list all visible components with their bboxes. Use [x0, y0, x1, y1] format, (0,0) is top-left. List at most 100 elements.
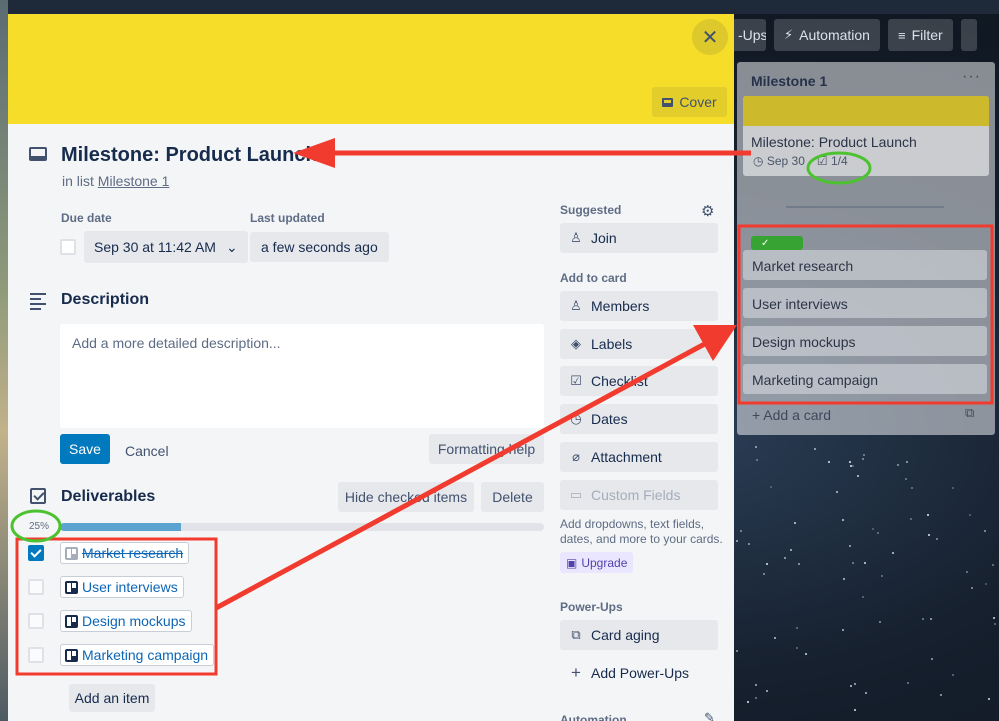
star: [891, 551, 894, 554]
background-strip: [0, 0, 8, 721]
star: [905, 477, 908, 480]
save-button[interactable]: Save: [60, 434, 110, 464]
checklist-button[interactable]: ☑ Checklist: [560, 366, 718, 396]
star: [762, 572, 765, 575]
checklist-item-checkbox[interactable]: [28, 647, 44, 663]
list-card-market-research[interactable]: Market research: [743, 250, 987, 280]
tag-icon: ◈: [571, 336, 581, 351]
star: [850, 685, 853, 688]
star: [769, 485, 772, 488]
automation-heading: Automation: [560, 713, 627, 721]
checklist-item-checkbox[interactable]: [28, 579, 44, 595]
gear-icon[interactable]: ⚙: [701, 202, 714, 220]
dates-button[interactable]: ◷ Dates: [560, 404, 718, 434]
add-power-ups-button[interactable]: + Add Power-Ups: [560, 658, 718, 688]
star: [765, 689, 768, 692]
due-date-button[interactable]: Sep 30 at 11:42 AM ⌄: [84, 231, 248, 263]
hide-checked-button[interactable]: Hide checked items: [338, 482, 474, 512]
star: [940, 694, 943, 697]
list-card-milestone[interactable]: Milestone: Product Launch ◷ Sep 30 ☑ 1/4: [743, 96, 989, 176]
star: [835, 491, 838, 494]
checklist-badge: ☑ 1/4: [816, 154, 848, 168]
checklist-item-checkbox[interactable]: [28, 545, 44, 561]
person-icon: ♙: [570, 230, 582, 245]
list-menu-icon[interactable]: ···: [962, 68, 981, 86]
due-complete-checkbox[interactable]: [60, 239, 76, 255]
star: [842, 578, 845, 581]
star: [854, 708, 857, 711]
card-title[interactable]: Milestone: Product Launch: [61, 144, 318, 167]
attachment-button[interactable]: ⌀ Attachment: [560, 442, 718, 472]
star: [907, 681, 909, 684]
star: [864, 691, 867, 694]
pencil-icon[interactable]: ✎: [704, 710, 715, 721]
list-link[interactable]: Milestone 1: [98, 173, 170, 189]
checklist-item[interactable]: Marketing campaign: [60, 644, 215, 666]
star: [735, 540, 738, 543]
star: [968, 513, 971, 516]
star: [930, 657, 933, 660]
star: [993, 616, 996, 619]
card-link-icon: [65, 546, 78, 560]
checklist-item[interactable]: Design mockups: [60, 610, 192, 632]
filter-button[interactable]: ≡ Filter: [887, 19, 953, 51]
list-card-user-interviews[interactable]: User interviews: [743, 288, 987, 318]
list-card-marketing-campaign[interactable]: Marketing campaign: [743, 364, 987, 394]
list-card-title: Milestone: Product Launch: [751, 134, 917, 150]
star: [965, 570, 968, 573]
cover-button[interactable]: Cover: [652, 87, 727, 117]
star: [853, 682, 856, 685]
members-button[interactable]: ♙ Members: [560, 291, 718, 321]
star: [849, 544, 852, 547]
list-card-design-mockups[interactable]: Design mockups: [743, 326, 987, 356]
delete-checklist-button[interactable]: Delete: [481, 482, 544, 512]
labels-button[interactable]: ◈ Labels: [560, 329, 718, 359]
star: [754, 697, 757, 700]
star: [849, 464, 852, 467]
due-date-control: Sep 30 at 11:42 AM ⌄: [60, 231, 248, 263]
star: [796, 646, 798, 649]
star: [842, 629, 844, 632]
add-card-button[interactable]: + Add a card: [752, 407, 831, 423]
star: [849, 460, 852, 463]
cover-icon: [662, 97, 674, 107]
star: [774, 636, 777, 639]
add-item-button[interactable]: Add an item: [69, 684, 155, 712]
card-aging-button[interactable]: ⧉ Card aging: [560, 620, 718, 650]
automation-button[interactable]: ⚡ Automation: [774, 19, 880, 51]
star: [790, 549, 793, 552]
add-to-card-heading: Add to card: [560, 271, 627, 285]
checklist-item-checkbox[interactable]: [28, 613, 44, 629]
cancel-button[interactable]: Cancel: [125, 443, 169, 459]
last-updated-label: Last updated: [250, 211, 325, 225]
upgrade-button[interactable]: ▣ Upgrade: [560, 552, 634, 573]
star: [863, 561, 866, 564]
checklist-item[interactable]: Market research: [60, 542, 190, 564]
checklist-title[interactable]: Deliverables: [61, 488, 155, 506]
due-badge: ◷ Sep 30: [753, 154, 805, 168]
power-ups-button[interactable]: -Ups: [734, 19, 766, 51]
power-ups-heading: Power-Ups: [560, 600, 623, 614]
star: [856, 474, 859, 477]
checklist-item[interactable]: User interviews: [60, 576, 184, 598]
description-input[interactable]: Add a more detailed description...: [60, 324, 544, 428]
progress-percent: 25%: [29, 521, 50, 532]
star: [951, 486, 954, 489]
more-button[interactable]: [960, 19, 977, 51]
template-icon[interactable]: ⧉: [965, 405, 974, 421]
list-divider: [786, 206, 944, 208]
custom-fields-button[interactable]: ▭ Custom Fields: [560, 480, 718, 510]
close-icon[interactable]: ✕: [692, 19, 728, 55]
clock-icon: ◷: [570, 411, 582, 426]
star: [992, 563, 995, 566]
star: [985, 583, 988, 585]
join-button[interactable]: ♙ Join: [560, 223, 718, 253]
plus-icon: +: [571, 663, 581, 682]
star: [736, 650, 739, 653]
star: [862, 595, 865, 598]
formatting-help-button[interactable]: Formatting help: [429, 434, 544, 464]
star: [984, 530, 987, 533]
board-header: -Ups ⚡ Automation ≡ Filter: [734, 19, 999, 51]
star: [880, 575, 883, 578]
star: [927, 514, 930, 517]
